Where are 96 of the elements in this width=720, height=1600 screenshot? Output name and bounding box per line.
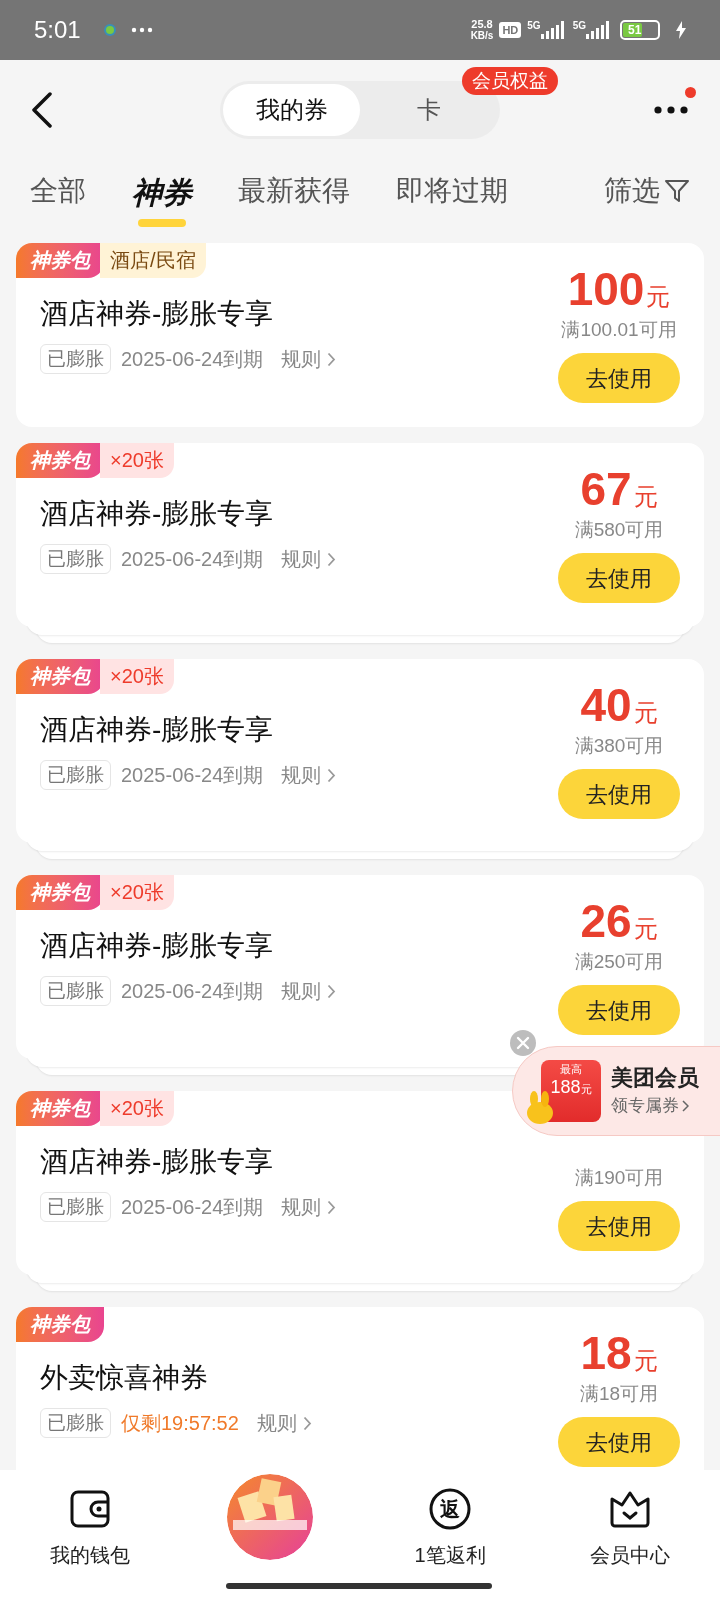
quantity-tag: ×20张 xyxy=(100,443,174,478)
usage-condition: 满250可用 xyxy=(574,950,664,974)
status-tag: 已膨胀 xyxy=(40,1192,111,1222)
coupon-title: 酒店神券-膨胀专享 xyxy=(40,929,275,963)
more-notifications-icon xyxy=(130,27,153,33)
status-tag: 已膨胀 xyxy=(40,760,111,790)
use-button[interactable]: 去使用 xyxy=(558,769,680,819)
discount-amount: 100 xyxy=(567,265,645,313)
filter-tab[interactable]: 全部 xyxy=(30,170,86,212)
usage-condition: 满580可用 xyxy=(574,518,664,542)
member-benefits-badge: 会员权益 xyxy=(462,67,558,95)
rules-link[interactable]: 规则 xyxy=(281,544,337,574)
usage-condition: 满18可用 xyxy=(579,1382,659,1406)
charging-icon xyxy=(676,21,686,39)
rules-link[interactable]: 规则 xyxy=(281,760,337,790)
quantity-tag: ×20张 xyxy=(100,875,174,910)
usage-condition: 满190可用 xyxy=(574,1166,664,1190)
voucher-amount: 188 xyxy=(550,1076,581,1098)
chevron-right-icon xyxy=(327,1199,337,1215)
hd-voice-badge: HD xyxy=(499,22,522,38)
currency-unit: 元 xyxy=(633,482,658,512)
filter-tab[interactable]: 即将过期 xyxy=(396,170,508,212)
voucher-unit: 元 xyxy=(580,1083,592,1097)
use-button[interactable]: 去使用 xyxy=(558,1201,680,1251)
filter-button[interactable]: 筛选 xyxy=(604,170,690,212)
use-button[interactable]: 去使用 xyxy=(558,553,680,603)
status-time: 5:01 xyxy=(34,15,81,45)
discount-amount: 67 xyxy=(580,465,632,513)
signal-icon xyxy=(540,21,567,39)
signal-icon xyxy=(586,21,612,39)
back-icon[interactable] xyxy=(30,92,54,128)
nav-item[interactable]: 我的钱包 xyxy=(50,1488,130,1570)
category-tag: 酒店/民宿 xyxy=(100,243,206,278)
expiry-date: 2025-06-24到期 xyxy=(121,347,264,372)
chevron-right-icon xyxy=(327,983,337,999)
coupon-title: 酒店神券-膨胀专享 xyxy=(40,297,275,331)
coupon-title: 酒店神券-膨胀专享 xyxy=(40,1145,275,1179)
chevron-right-icon xyxy=(327,767,337,783)
use-button[interactable]: 去使用 xyxy=(558,985,680,1035)
chevron-right-icon xyxy=(682,1100,689,1112)
discount-amount: 26 xyxy=(580,897,632,945)
expiry-date: 2025-06-24到期 xyxy=(121,763,264,788)
network-type: 5G xyxy=(527,21,541,31)
more-icon[interactable] xyxy=(654,106,688,114)
crown-basket-icon xyxy=(608,1489,652,1529)
network-type: 5G xyxy=(572,21,586,31)
filter-tab[interactable]: 最新获得 xyxy=(238,170,350,212)
chevron-right-icon xyxy=(327,551,337,567)
promo-link[interactable]: 领专属券 xyxy=(611,1093,699,1119)
rebate-glyph: 返 xyxy=(440,1497,460,1522)
rules-link[interactable]: 规则 xyxy=(256,1408,312,1438)
wallet-icon xyxy=(70,1489,110,1529)
currency-unit: 元 xyxy=(633,914,658,944)
network-speed: 25.8 xyxy=(471,19,493,30)
coupon-title: 酒店神券-膨胀专享 xyxy=(40,713,275,747)
expiry-date: 2025-06-24到期 xyxy=(121,1195,264,1220)
nav-item[interactable]: 会员中心 xyxy=(590,1488,670,1570)
status-tag: 已膨胀 xyxy=(40,344,111,374)
currency-unit: 元 xyxy=(646,282,671,312)
status-tag: 已膨胀 xyxy=(40,544,111,574)
currency-unit: 元 xyxy=(633,1346,658,1376)
expiry-date: 2025-06-24到期 xyxy=(121,547,264,572)
rules-link[interactable]: 规则 xyxy=(281,1192,337,1222)
status-tag: 已膨胀 xyxy=(40,1408,111,1438)
chevron-right-icon xyxy=(327,351,337,367)
use-button[interactable]: 去使用 xyxy=(558,1417,680,1467)
rules-link[interactable]: 规则 xyxy=(281,976,337,1006)
app-notification-icon xyxy=(102,23,117,37)
usage-condition: 满380可用 xyxy=(574,734,664,758)
active-tab-indicator xyxy=(138,219,186,227)
discount-amount: 40 xyxy=(580,681,632,729)
usage-condition: 满100.01可用 xyxy=(561,318,677,342)
discount-amount: 18 xyxy=(580,1329,632,1377)
chevron-right-icon xyxy=(302,1415,312,1431)
quantity-tag: ×20张 xyxy=(100,1091,174,1126)
battery-icon xyxy=(620,20,660,40)
coupon-pack-tag: 神券包 xyxy=(16,1307,104,1342)
quantity-tag: ×20张 xyxy=(100,659,174,694)
filter-icon xyxy=(664,178,690,204)
coupon-title: 外卖惊喜神券 xyxy=(40,1361,209,1395)
nav-item[interactable]: 返 1笔返利 xyxy=(414,1488,486,1570)
filter-tab[interactable]: 神券 xyxy=(132,170,192,227)
use-button[interactable]: 去使用 xyxy=(558,353,680,403)
countdown-timer: 仅剩19:57:52 xyxy=(121,1411,239,1436)
battery-level: 51 xyxy=(628,23,642,37)
voucher-label: 最高 xyxy=(560,1063,582,1076)
status-tag: 已膨胀 xyxy=(40,976,111,1006)
coupon-title: 酒店神券-膨胀专享 xyxy=(40,497,275,531)
member-promo-banner[interactable]: 最高 188元 美团会员 领专属券 xyxy=(512,1046,720,1136)
segment-tab[interactable]: 我的券 xyxy=(223,84,360,136)
circle-badge-icon xyxy=(429,1488,471,1530)
currency-unit: 元 xyxy=(633,698,658,728)
promo-title: 美团会员 xyxy=(611,1064,699,1093)
expiry-date: 2025-06-24到期 xyxy=(121,979,264,1004)
rules-link[interactable]: 规则 xyxy=(281,344,337,374)
network-speed-unit: KB/s xyxy=(470,30,494,41)
